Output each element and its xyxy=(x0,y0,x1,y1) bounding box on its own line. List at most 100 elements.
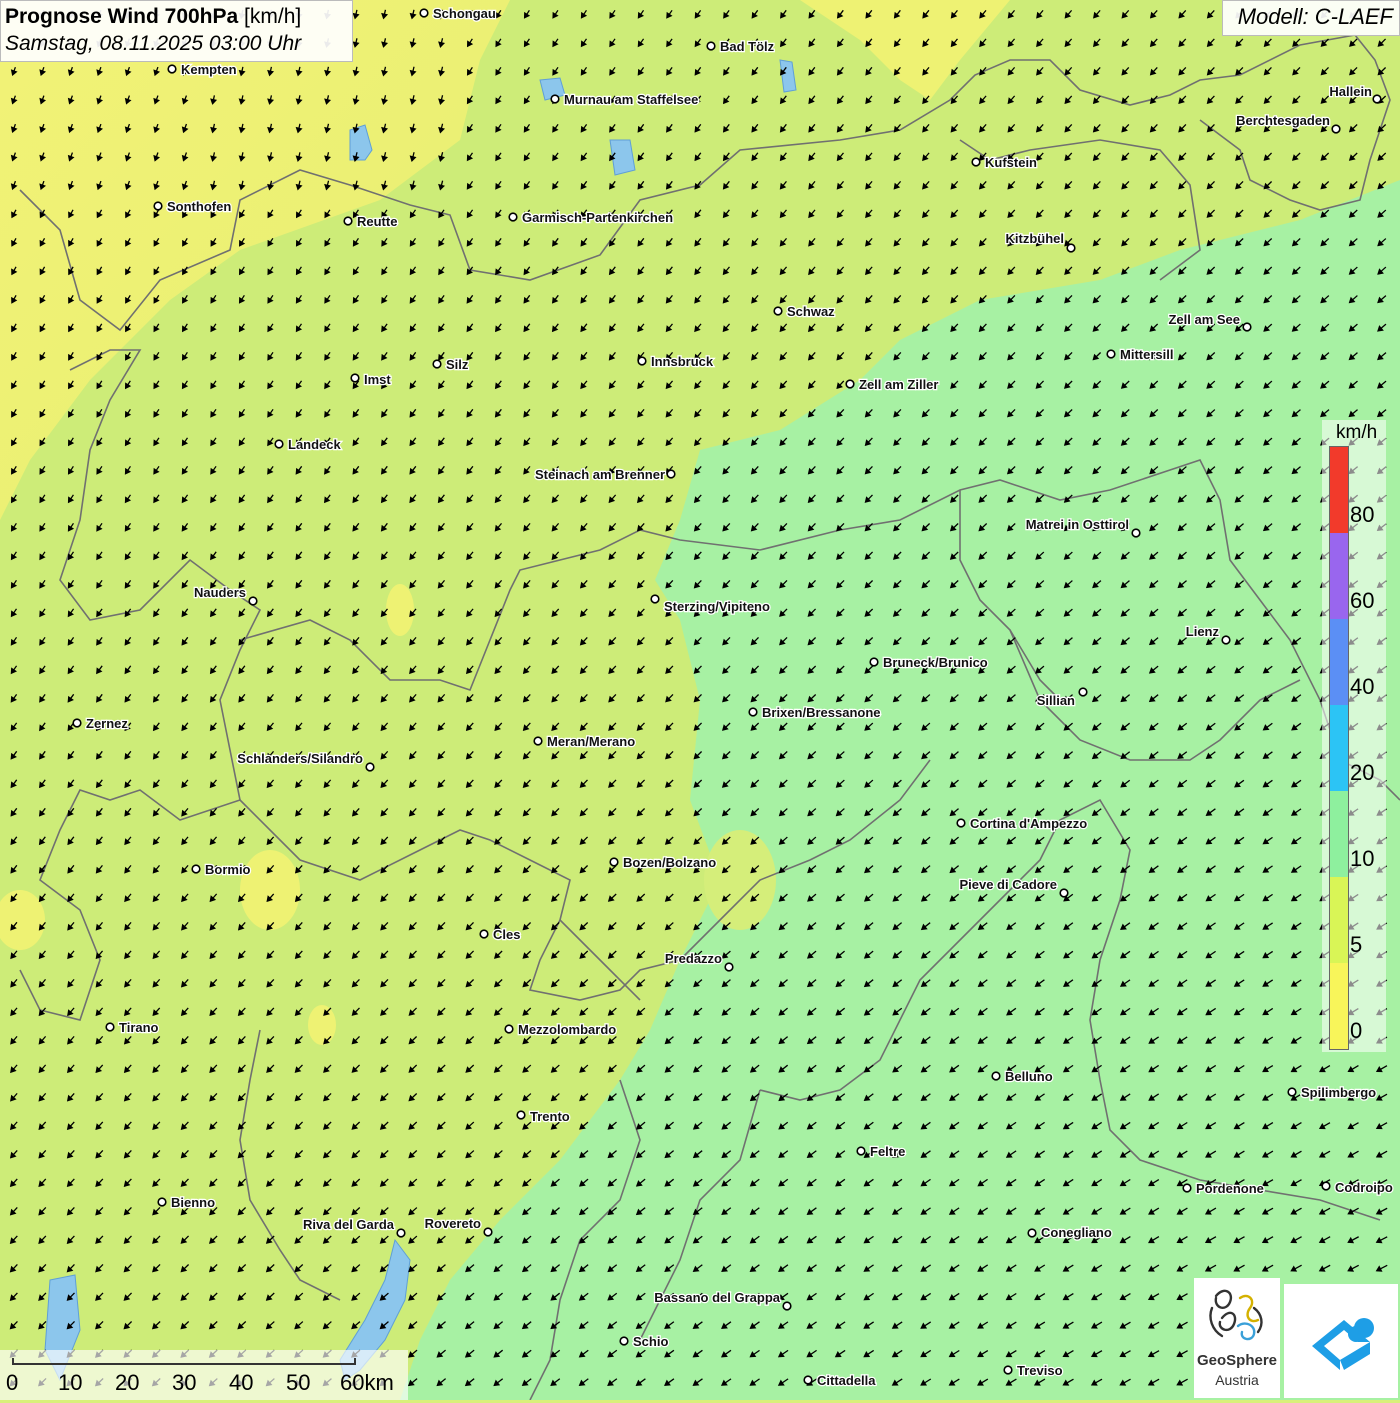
scale-label: 0 xyxy=(6,1370,19,1395)
city-dot-icon xyxy=(396,1228,406,1238)
forecast-datetime: Samstag, 08.11.2025 03:00 Uhr xyxy=(5,32,302,55)
city-label: Nauders xyxy=(194,585,246,600)
city-dot-icon xyxy=(157,1197,167,1207)
city-label: Zell am Ziller xyxy=(859,377,938,392)
city-dot-icon xyxy=(419,8,429,18)
city-label: Riva del Garda xyxy=(303,1217,395,1232)
city-label: Cortina d'Ampezzo xyxy=(970,816,1087,831)
city-label: Codroipo xyxy=(1335,1180,1393,1195)
city-dot-icon xyxy=(803,1375,813,1385)
city-dot-icon xyxy=(971,157,981,167)
city-dot-icon xyxy=(1221,635,1231,645)
city-dot-icon xyxy=(869,657,879,667)
city-label: Rovereto xyxy=(425,1216,481,1231)
scale-line xyxy=(12,1358,356,1365)
legend-color-segment xyxy=(1330,705,1348,791)
city-label: Conegliano xyxy=(1041,1225,1112,1240)
city-label: Zernez xyxy=(86,716,128,731)
legend-label-20: 20 xyxy=(1350,760,1375,785)
city-dot-icon xyxy=(343,216,353,226)
city-marker: Spilimbergo xyxy=(1287,1084,1377,1101)
city-label: Sillian xyxy=(1037,693,1075,708)
city-dot-icon xyxy=(1372,94,1382,104)
city-dot-icon xyxy=(153,201,163,211)
city-dot-icon xyxy=(1131,528,1141,538)
legend-label-80: 80 xyxy=(1350,502,1375,527)
legend-color-segment xyxy=(1330,533,1348,619)
legend-label-5: 5 xyxy=(1350,932,1363,957)
city-label: Cittadella xyxy=(817,1373,876,1388)
city-marker: Zell am Ziller xyxy=(845,376,940,393)
city-label: Innsbruck xyxy=(651,354,714,369)
legend-bar xyxy=(1329,446,1349,1050)
city-dot-icon xyxy=(516,1110,526,1120)
city-dot-icon xyxy=(619,1336,629,1346)
city-label: Reutte xyxy=(357,214,397,229)
city-dot-icon xyxy=(845,379,855,389)
scale-label: 20 xyxy=(115,1370,140,1395)
city-dot-icon xyxy=(350,373,360,383)
city-label: Bienno xyxy=(171,1195,215,1210)
city-marker: Conegliano xyxy=(1027,1224,1113,1241)
city-label: Kitzbühel xyxy=(1006,231,1065,246)
city-label: Meran/Merano xyxy=(547,734,635,749)
city-dot-icon xyxy=(1182,1183,1192,1193)
map-title: Prognose Wind 700hPa [km/h] xyxy=(5,5,302,28)
city-dot-icon xyxy=(533,736,543,746)
city-label: Garmisch-Partenkirchen xyxy=(522,210,673,225)
scale-label: 10 xyxy=(58,1370,83,1395)
city-label: Sterzing/Vipiteno xyxy=(664,599,770,614)
city-label: Schongau xyxy=(433,6,496,21)
city-marker: Brixen/Bressanone xyxy=(748,704,882,721)
legend-label-10: 10 xyxy=(1350,846,1375,871)
city-marker: Garmisch-Partenkirchen xyxy=(508,209,674,226)
city-dot-icon xyxy=(991,1071,1001,1081)
city-label: Bad Tölz xyxy=(720,39,775,54)
city-dot-icon xyxy=(1078,687,1088,697)
city-marker: Pordenone xyxy=(1182,1180,1265,1197)
city-marker: Sterzing/Vipiteno xyxy=(650,594,771,615)
city-label: Bormio xyxy=(205,862,251,877)
city-dot-icon xyxy=(1331,124,1341,134)
city-label: Bozen/Bolzano xyxy=(623,855,716,870)
legend-color-segment xyxy=(1330,963,1348,1049)
city-dot-icon xyxy=(856,1146,866,1156)
city-label: Cles xyxy=(493,927,520,942)
wind-map[interactable]: SchongauBad TölzKemptenMurnau am Staffel… xyxy=(0,0,1400,1400)
city-label: Zell am See xyxy=(1168,312,1240,327)
city-label: Bassano del Grappa xyxy=(654,1290,780,1305)
city-label: Silz xyxy=(446,357,469,372)
city-marker: Bozen/Bolzano xyxy=(609,854,717,871)
city-label: Lienz xyxy=(1186,624,1220,639)
scale-label: 30 xyxy=(172,1370,197,1395)
legend-label-0: 0 xyxy=(1350,1018,1363,1043)
city-dot-icon xyxy=(365,762,375,772)
city-dot-icon xyxy=(609,857,619,867)
map-title-box: Prognose Wind 700hPa [km/h] Samstag, 08.… xyxy=(0,0,353,62)
city-label: Bruneck/Brunico xyxy=(883,655,988,670)
city-dot-icon xyxy=(956,818,966,828)
city-label: Predazzo xyxy=(665,951,722,966)
legend-color-segment xyxy=(1330,877,1348,963)
city-label: Matrei in Osttirol xyxy=(1026,517,1129,532)
legend-color-segment xyxy=(1330,791,1348,877)
city-label: Imst xyxy=(364,372,391,387)
city-dot-icon xyxy=(508,212,518,222)
color-legend: km/h 80 60 40 20 10 5 0 xyxy=(1322,420,1386,1052)
city-label: Feltre xyxy=(870,1144,905,1159)
city-label: Brixen/Bressanone xyxy=(762,705,881,720)
city-label: Pieve di Cadore xyxy=(959,877,1057,892)
city-marker: Steinach am Brenner xyxy=(534,466,676,483)
city-dot-icon xyxy=(1287,1087,1297,1097)
city-label: Landeck xyxy=(288,437,342,452)
city-dot-icon xyxy=(1027,1228,1037,1238)
city-dot-icon xyxy=(1321,1181,1331,1191)
city-dot-icon xyxy=(1003,1365,1013,1375)
legend-color-segment xyxy=(1330,447,1348,533)
city-label: Kufstein xyxy=(985,155,1037,170)
city-label: Steinach am Brenner xyxy=(535,467,665,482)
city-dot-icon xyxy=(782,1301,792,1311)
model-label: Modell: C-LAEF xyxy=(1222,0,1400,36)
wind-field-patch xyxy=(308,1005,336,1045)
city-label: Sonthofen xyxy=(167,199,231,214)
